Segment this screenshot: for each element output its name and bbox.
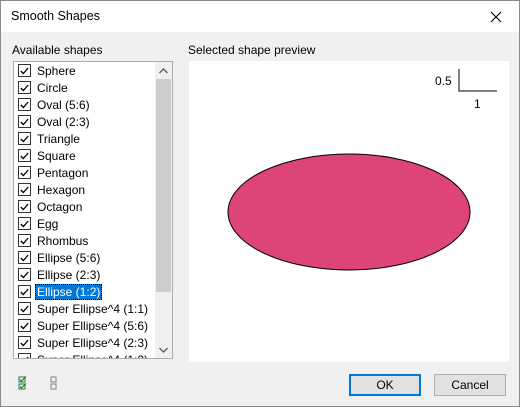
close-button[interactable] <box>473 1 519 32</box>
list-item[interactable]: Egg <box>14 215 157 232</box>
list-item[interactable]: Ellipse (1:2) <box>14 283 157 300</box>
scale-y-label: 0.5 <box>435 74 452 88</box>
list-item[interactable]: Pentagon <box>14 164 157 181</box>
preview-label: Selected shape preview <box>188 43 316 57</box>
cancel-button[interactable]: Cancel <box>434 374 506 396</box>
ok-button[interactable]: OK <box>349 374 421 396</box>
checkmark-icon <box>20 152 29 159</box>
scale-indicator <box>458 69 497 92</box>
checkmark-icon <box>20 237 29 244</box>
checkmark-icon <box>20 288 29 295</box>
list-item[interactable]: Rhombus <box>14 232 157 249</box>
list-item[interactable]: Triangle <box>14 130 157 147</box>
shape-checkbox[interactable] <box>18 353 31 358</box>
list-item[interactable]: Ellipse (5:6) <box>14 249 157 266</box>
list-item[interactable]: Circle <box>14 79 157 96</box>
shape-checkbox[interactable] <box>18 132 31 145</box>
checkmark-icon <box>20 84 29 91</box>
smooth-shapes-dialog: Smooth Shapes Available shapes Selected … <box>0 0 520 407</box>
list-item[interactable]: Oval (5:6) <box>14 96 157 113</box>
shape-checkbox[interactable] <box>18 200 31 213</box>
vertical-scrollbar[interactable] <box>155 62 172 358</box>
shape-checkbox[interactable] <box>18 285 31 298</box>
shape-label: Hexagon <box>37 182 86 197</box>
list-item[interactable]: Super Ellipse^4 (2:3) <box>14 334 157 351</box>
shape-checkbox[interactable] <box>18 217 31 230</box>
shape-label: Super Ellipse^4 (5:6) <box>37 318 149 333</box>
shape-label: Square <box>37 148 76 163</box>
checkmark-icon <box>20 305 29 312</box>
shape-preview-panel: 0.5 1 <box>189 61 509 362</box>
shape-label: Ellipse (2:3) <box>37 267 101 282</box>
shapes-listbox[interactable]: Sphere Circle Oval (5:6) Oval (2:3) Triangle… <box>13 61 173 359</box>
list-item[interactable]: Super Ellipse^4 (5:6) <box>14 317 157 334</box>
shape-checkbox[interactable] <box>18 268 31 281</box>
shape-label: Sphere <box>37 63 76 78</box>
shape-label: Egg <box>37 216 59 231</box>
shape-label: Circle <box>37 80 68 95</box>
shape-checkbox[interactable] <box>18 183 31 196</box>
shape-label: Octagon <box>37 199 83 214</box>
shape-checkbox[interactable] <box>18 302 31 315</box>
shape-checkbox[interactable] <box>18 64 31 77</box>
checkmark-icon <box>20 339 29 346</box>
check-all-button[interactable] <box>16 375 32 391</box>
scroll-down-button[interactable] <box>155 341 172 358</box>
shape-checkbox[interactable] <box>18 81 31 94</box>
checkmark-icon <box>20 67 29 74</box>
checkmark-icon <box>20 135 29 142</box>
available-shapes-label: Available shapes <box>12 43 103 57</box>
checkmark-icon <box>20 254 29 261</box>
checkmark-icon <box>20 220 29 227</box>
checkmark-icon <box>20 101 29 108</box>
shape-label: Triangle <box>37 131 80 146</box>
checkmark-icon <box>20 169 29 176</box>
chevron-down-icon <box>159 347 168 353</box>
shape-checkbox[interactable] <box>18 319 31 332</box>
uncheck-all-icon <box>50 376 57 390</box>
scale-x-label: 1 <box>474 97 481 111</box>
shape-checkbox[interactable] <box>18 251 31 264</box>
checkmark-icon <box>20 186 29 193</box>
shape-checkbox[interactable] <box>18 149 31 162</box>
window-title: Smooth Shapes <box>11 9 100 23</box>
list-item[interactable]: Ellipse (2:3) <box>14 266 157 283</box>
shape-label: Oval (2:3) <box>37 114 90 129</box>
list-item[interactable]: Oval (2:3) <box>14 113 157 130</box>
list-item[interactable]: Square <box>14 147 157 164</box>
chevron-up-icon <box>159 67 168 73</box>
shape-checkbox[interactable] <box>18 234 31 247</box>
shape-checkbox[interactable] <box>18 336 31 349</box>
checkmark-icon <box>25 356 29 358</box>
shape-label: Super Ellipse^4 (2:3) <box>37 335 149 350</box>
shape-label: Super Ellipse^4 (1:1) <box>37 301 149 316</box>
list-item[interactable]: Sphere <box>14 62 157 79</box>
checkmark-icon <box>20 203 29 210</box>
check-all-icon <box>18 376 27 390</box>
title-bar: Smooth Shapes <box>1 1 519 32</box>
shape-checkbox[interactable] <box>18 166 31 179</box>
list-item[interactable]: Octagon <box>14 198 157 215</box>
checkmark-icon <box>20 322 29 329</box>
scrollbar-thumb[interactable] <box>156 79 171 292</box>
shape-label: Oval (5:6) <box>37 97 90 112</box>
list-item[interactable]: Super Ellipse^4 (1:2) <box>14 351 157 359</box>
list-item[interactable]: Super Ellipse^4 (1:1) <box>14 300 157 317</box>
shape-checkbox[interactable] <box>18 115 31 128</box>
checkmark-icon <box>20 118 29 125</box>
list-item[interactable]: Hexagon <box>14 181 157 198</box>
scroll-up-button[interactable] <box>155 62 172 79</box>
uncheck-all-button[interactable] <box>46 375 62 391</box>
shapes-list: Sphere Circle Oval (5:6) Oval (2:3) Triangle… <box>14 62 157 359</box>
shape-checkbox[interactable] <box>18 98 31 111</box>
shape-label: Super Ellipse^4 (1:2) <box>35 352 150 359</box>
close-icon <box>490 11 502 22</box>
shape-label: Rhombus <box>37 233 89 248</box>
shape-label: Ellipse (5:6) <box>37 250 101 265</box>
checkmark-icon <box>20 271 29 278</box>
shape-label: Pentagon <box>37 165 89 180</box>
ellipse-shape <box>227 153 471 271</box>
shape-label: Ellipse (1:2) <box>35 283 103 300</box>
